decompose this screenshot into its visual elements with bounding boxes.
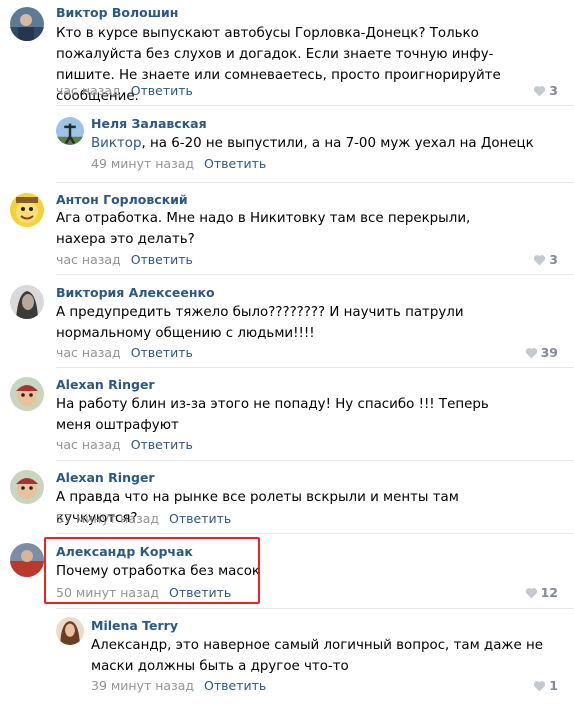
user-photo-icon	[10, 285, 44, 319]
like-count: 3	[549, 83, 558, 98]
comment-time[interactable]: час назад	[56, 252, 121, 267]
reply-button[interactable]: Ответить	[131, 252, 193, 267]
divider	[56, 182, 574, 183]
comment-author[interactable]: Alexan Ringer	[56, 470, 155, 485]
comment-text: Александр, это наверное самый логичный в…	[91, 638, 543, 674]
divider	[56, 460, 574, 461]
like-count: 12	[540, 585, 558, 600]
comment-time[interactable]: час назад	[56, 437, 121, 452]
comment-time[interactable]: 57 минут назад	[56, 511, 159, 526]
avatar[interactable]	[10, 7, 44, 41]
avatar[interactable]	[10, 543, 44, 577]
comment-meta: 39 минут назад Ответить	[91, 678, 266, 693]
like-button[interactable]: 3	[533, 252, 558, 267]
divider	[56, 105, 574, 106]
comment-author[interactable]: Неля Залавская	[91, 116, 207, 131]
avatar[interactable]	[10, 285, 44, 319]
avatar[interactable]	[10, 193, 44, 227]
divider	[56, 533, 574, 534]
avatar[interactable]	[56, 117, 84, 145]
comment-time[interactable]: час назад	[56, 345, 121, 360]
reply-button[interactable]: Ответить	[131, 83, 193, 98]
heart-icon	[534, 255, 546, 266]
comment-text: А предупредить тяжело было???????? И нау…	[56, 305, 464, 341]
like-count: 1	[549, 678, 558, 693]
avatar[interactable]	[56, 617, 84, 645]
comment-meta: 49 минут назад Ответить	[91, 156, 266, 171]
heart-icon	[534, 681, 546, 692]
comment-author[interactable]: Milena Terry	[91, 618, 178, 633]
like-button[interactable]: 3	[533, 83, 558, 98]
comment-author[interactable]: Alexan Ringer	[56, 377, 155, 392]
reply-button[interactable]: Ответить	[131, 345, 193, 360]
divider	[56, 274, 574, 275]
comment-meta: час назад Ответить	[56, 437, 193, 452]
user-photo-icon	[10, 470, 44, 504]
comment-text: Ага отработка. Мне надо в Никитовку там …	[56, 211, 471, 247]
comment-body: , на 6-20 не выпустили, а на 7-00 муж уе…	[141, 136, 534, 151]
like-count: 3	[549, 252, 558, 267]
comment-time[interactable]: час назад	[56, 83, 121, 98]
comment-author[interactable]: Виктор Волошин	[56, 5, 178, 20]
avatar[interactable]	[10, 470, 44, 504]
user-photo-icon	[10, 543, 44, 577]
like-button[interactable]: 1	[533, 678, 558, 693]
divider	[56, 367, 574, 368]
divider	[56, 608, 574, 609]
user-photo-icon	[10, 7, 44, 41]
user-photo-icon	[56, 617, 84, 645]
comment-time[interactable]: 49 минут назад	[91, 156, 194, 171]
comment-meta: час назад Ответить	[56, 345, 193, 360]
reply-button[interactable]: Ответить	[204, 156, 266, 171]
heart-icon	[525, 588, 537, 599]
reply-button[interactable]: Ответить	[169, 511, 231, 526]
heart-icon	[534, 86, 546, 97]
comment-text: Виктор, на 6-20 не выпустили, а на 7-00 …	[91, 133, 551, 154]
comment-meta: 57 минут назад Ответить	[56, 511, 231, 526]
avatar[interactable]	[10, 377, 44, 411]
reply-button[interactable]: Ответить	[131, 437, 193, 452]
comment-time[interactable]: 39 минут назад	[91, 678, 194, 693]
heart-icon	[525, 348, 537, 359]
comment-meta: час назад Ответить	[56, 83, 193, 98]
highlight-frame	[44, 537, 260, 604]
user-photo-icon	[56, 117, 84, 145]
comment-author[interactable]: Антон Горловский	[56, 192, 188, 207]
reply-button[interactable]: Ответить	[204, 678, 266, 693]
mention-link[interactable]: Виктор	[91, 136, 141, 151]
comment-author[interactable]: Виктория Алексеенко	[56, 285, 215, 300]
comment-meta: час назад Ответить	[56, 252, 193, 267]
user-photo-icon	[10, 193, 44, 227]
user-photo-icon	[10, 377, 44, 411]
like-button[interactable]: 12	[525, 585, 558, 600]
like-count: 39	[540, 345, 558, 360]
comment-text: На работу блин из-за этого не попаду! Ну…	[56, 397, 489, 433]
like-button[interactable]: 39	[525, 345, 558, 360]
